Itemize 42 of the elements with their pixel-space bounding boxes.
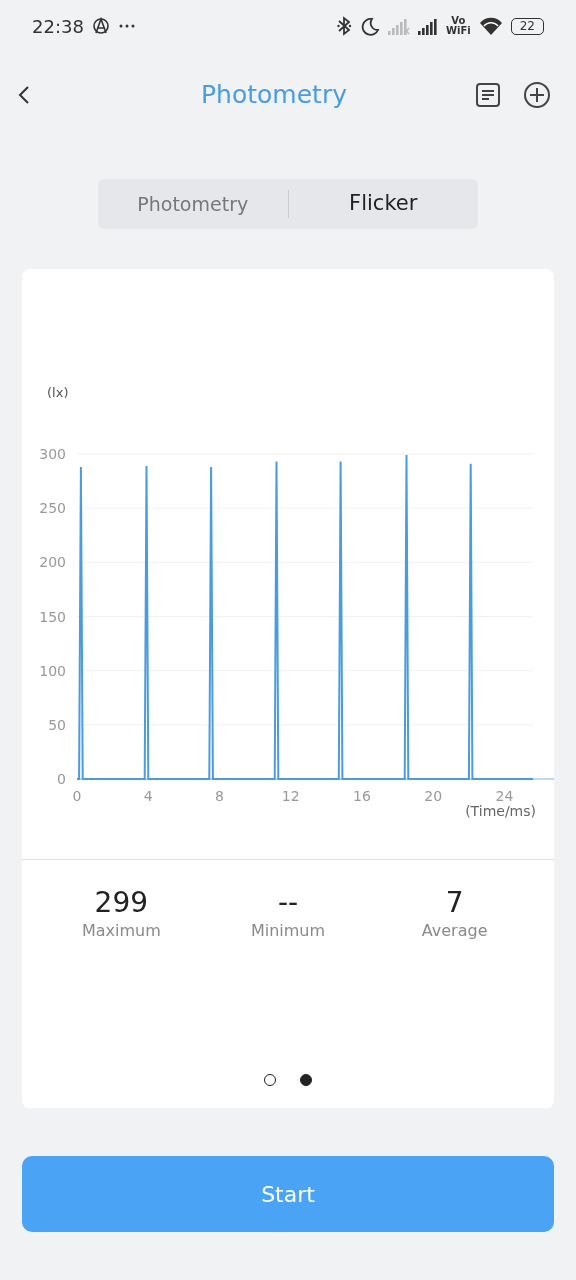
stat-label: Maximum: [81, 919, 161, 942]
page-title: Photometry: [200, 79, 348, 112]
add-icon[interactable]: [524, 82, 550, 108]
y-tick-label: 100: [39, 662, 66, 679]
page-dot[interactable]: [300, 1074, 312, 1086]
x-tick-label: 0: [72, 788, 82, 804]
axis-unit-label: (lx): [47, 385, 69, 400]
y-tick-label: 250: [39, 500, 66, 517]
stat-label: Minimum: [250, 919, 326, 942]
x-tick-label: 8: [215, 788, 224, 804]
battery-icon: 22: [510, 17, 544, 35]
signal-icon: [418, 17, 438, 35]
x-tick-label: 16: [353, 788, 371, 804]
segment-tab[interactable]: Flicker: [288, 187, 478, 221]
stat-value: 299: [94, 888, 149, 919]
y-tick-label: 0: [57, 771, 66, 787]
y-tick-label: 150: [39, 608, 66, 625]
stat-value: --: [277, 888, 299, 919]
vowifi-label: Vo: [451, 16, 466, 26]
axis-title: (Time/ms): [465, 803, 536, 819]
stat-label: Average: [421, 919, 488, 942]
stat-value: 7: [445, 888, 464, 919]
segment-tab[interactable]: Photometry: [98, 188, 288, 220]
signal-icon: [388, 17, 410, 35]
y-tick-label: 200: [39, 554, 66, 571]
x-tick-label: 4: [143, 788, 153, 804]
y-tick-label: 300: [39, 446, 66, 462]
y-tick-label: 50: [48, 716, 66, 733]
start-button[interactable]: Start: [22, 1156, 554, 1232]
x-tick-label: 12: [281, 788, 300, 804]
page-dot[interactable]: [264, 1074, 276, 1086]
wifi-icon: [478, 16, 503, 36]
document-icon[interactable]: [476, 83, 500, 107]
status-time: 22:38: [32, 14, 84, 39]
bluetooth-icon: [337, 16, 352, 36]
moon-icon: [360, 16, 380, 36]
x-tick-label: 20: [424, 788, 443, 804]
x-tick-label: 24: [495, 788, 514, 804]
back-icon[interactable]: [18, 85, 32, 105]
app-icon: [91, 17, 110, 35]
vowifi-label: WiFi: [446, 26, 471, 36]
more-icon: [117, 23, 136, 29]
